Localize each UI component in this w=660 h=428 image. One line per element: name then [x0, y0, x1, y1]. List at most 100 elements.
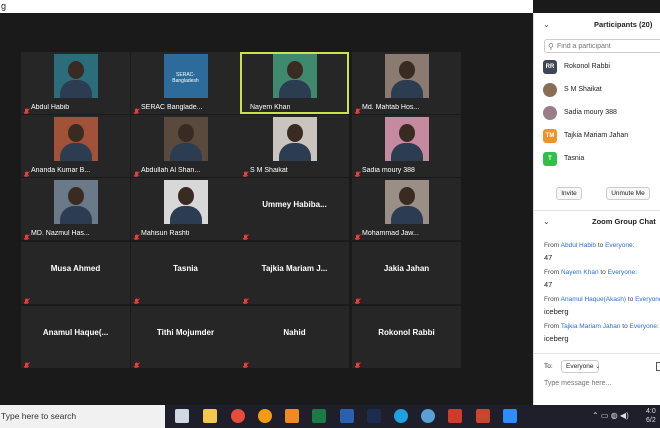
- task-view-icon[interactable]: [175, 409, 189, 423]
- person-head: [398, 187, 415, 205]
- from-label: From: [544, 296, 561, 303]
- chat-message-body: 47: [544, 253, 553, 262]
- participant-tile[interactable]: Anamul Haque(...: [21, 306, 130, 368]
- to-word: to: [620, 323, 630, 330]
- invite-button[interactable]: Invite: [556, 187, 582, 200]
- chrome-icon[interactable]: [231, 409, 245, 423]
- vlc-icon[interactable]: [285, 409, 299, 423]
- mic-muted-icon: [133, 229, 140, 240]
- participant-tile[interactable]: Musa Ahmed: [21, 242, 130, 304]
- participant-tile[interactable]: Abdul Habib: [21, 52, 130, 114]
- participant-search-box[interactable]: ⚲: [544, 39, 660, 53]
- chat-recipient[interactable]: Everyone:: [605, 242, 634, 249]
- participant-list: RR Rokonol Rabbi S M Shaikat Sadia moury 38…: [534, 59, 660, 179]
- recipient-value: Everyone: [566, 363, 594, 370]
- participant-tile[interactable]: Tasnia: [131, 242, 240, 304]
- excel-icon[interactable]: [312, 409, 326, 423]
- mic-muted-icon: [354, 357, 361, 368]
- mic-muted-icon: [133, 166, 140, 177]
- participant-list-item[interactable]: RR Rokonol Rabbi: [543, 59, 660, 77]
- chat-sender[interactable]: Tajkia Mariam Jahan: [561, 323, 621, 330]
- mic-muted-icon: [354, 103, 361, 114]
- participant-name: Tajkia Mariam J...: [261, 264, 328, 273]
- person-body: [390, 206, 423, 224]
- participant-name-label: Abdul Habib: [31, 104, 70, 111]
- participant-tile[interactable]: SERAC-Bangladesh SERAC Banglade...: [131, 52, 240, 114]
- file-explorer-icon[interactable]: [203, 409, 217, 423]
- participant-tile[interactable]: MD. Nazmul Has...: [21, 178, 130, 240]
- panel-divider: [534, 210, 660, 211]
- unmute-me-button[interactable]: Unmute Me: [606, 187, 650, 200]
- chat-sender[interactable]: Abdul Habib: [561, 242, 596, 249]
- recipient-dropdown[interactable]: Everyone ⌄: [561, 360, 600, 373]
- participant-list-item[interactable]: TM Tajkia Mariam Jahan: [543, 128, 660, 146]
- person-head: [177, 124, 194, 142]
- participant-tile[interactable]: Sadia moury 388: [352, 115, 461, 177]
- participant-tile[interactable]: Md. Mahtab Hos...: [352, 52, 461, 114]
- collapse-participants-icon[interactable]: ⌄: [543, 20, 550, 29]
- chat-recipient[interactable]: Everyone:: [630, 323, 659, 330]
- chat-recipient[interactable]: Everyone:: [608, 269, 637, 276]
- participant-tile[interactable]: S M Shaikat: [240, 115, 349, 177]
- participant-tile[interactable]: Ananda Kumar B...: [21, 115, 130, 177]
- zoom-icon[interactable]: [503, 409, 517, 423]
- participant-video: [163, 117, 208, 161]
- mic-muted-icon: [23, 357, 30, 368]
- chat-message: From Nayem Khan to Everyone: 47: [544, 269, 660, 289]
- participant-video: [384, 54, 429, 98]
- participant-list-item[interactable]: S M Shaikat: [543, 82, 660, 100]
- participant-tile[interactable]: Nahid: [240, 306, 349, 368]
- participant-video: [163, 180, 208, 224]
- participant-tile[interactable]: Ummey Habiba...: [240, 178, 349, 240]
- collapse-chat-icon[interactable]: ⌄: [543, 217, 550, 226]
- participant-list-item[interactable]: T Tasnia: [543, 151, 660, 169]
- participant-video: [53, 54, 98, 98]
- chat-message: From Anamul Haque(Akash) to Everyone iceb…: [544, 296, 660, 316]
- participant-search-input[interactable]: [557, 41, 657, 52]
- chat-message: From Abdul Habib to Everyone: 47: [544, 242, 660, 262]
- participant-name-label: MD. Nazmul Has...: [31, 230, 90, 237]
- side-panel: ⌄ Participants (20) ⚲ RR Rokonol Rabbi S M…: [533, 13, 660, 405]
- zoom-window: g Abdul Habib SERAC-Bangladesh SERAC Bangl…: [0, 0, 660, 428]
- chat-message-header: From Abdul Habib to Everyone:: [544, 242, 660, 251]
- network-app-icon[interactable]: [421, 409, 435, 423]
- skype-icon[interactable]: [394, 409, 408, 423]
- office-icon[interactable]: [448, 409, 462, 423]
- participant-tile[interactable]: Nayem Khan: [240, 52, 349, 114]
- participant-tile[interactable]: Mohammad Jaw...: [352, 178, 461, 240]
- file-icon[interactable]: [656, 362, 660, 371]
- mic-muted-icon: [354, 229, 361, 240]
- participant-tile[interactable]: Mahisun Rashti: [131, 178, 240, 240]
- participant-list-name: Sadia moury 388: [564, 109, 617, 116]
- participant-tile[interactable]: Jakia Jahan: [352, 242, 461, 304]
- taskbar-clock[interactable]: 4:0 6/2: [646, 407, 656, 425]
- powerpoint-icon[interactable]: [476, 409, 490, 423]
- participant-tile[interactable]: Abdullah Al Shan...: [131, 115, 240, 177]
- taskbar-search-box[interactable]: Type here to search: [0, 405, 165, 428]
- participant-name-label: Sadia moury 388: [362, 167, 415, 174]
- chat-sender[interactable]: Anamul Haque(Akash): [561, 296, 626, 303]
- participant-list-item[interactable]: Sadia moury 388: [543, 105, 660, 123]
- firefox-icon[interactable]: [258, 409, 272, 423]
- participants-title: Participants (20): [594, 20, 653, 29]
- participant-name: Ummey Habiba...: [262, 200, 327, 209]
- chat-sender[interactable]: Nayem Khan: [561, 269, 599, 276]
- mic-muted-icon: [354, 166, 361, 177]
- participant-video: [272, 117, 317, 161]
- chat-recipient[interactable]: Everyone: [635, 296, 660, 303]
- system-tray-icons[interactable]: ⌃ ▭ ◍ ◀): [592, 411, 629, 420]
- mic-muted-icon: [133, 357, 140, 368]
- photoshop-icon[interactable]: [367, 409, 381, 423]
- mic-muted-icon: [242, 166, 249, 177]
- participant-tile[interactable]: Tithi Mojumder: [131, 306, 240, 368]
- person-head: [398, 61, 415, 79]
- participant-tile[interactable]: Tajkia Mariam J...: [240, 242, 349, 304]
- to-word: to: [626, 296, 636, 303]
- word-icon[interactable]: [340, 409, 354, 423]
- person-body: [390, 80, 423, 98]
- person-head: [286, 61, 303, 79]
- chat-message-input[interactable]: [544, 377, 654, 389]
- person-body: [59, 80, 92, 98]
- gallery-view: Abdul Habib SERAC-Bangladesh SERAC Banglad…: [0, 13, 533, 405]
- participant-tile[interactable]: Rokonol Rabbi: [352, 306, 461, 368]
